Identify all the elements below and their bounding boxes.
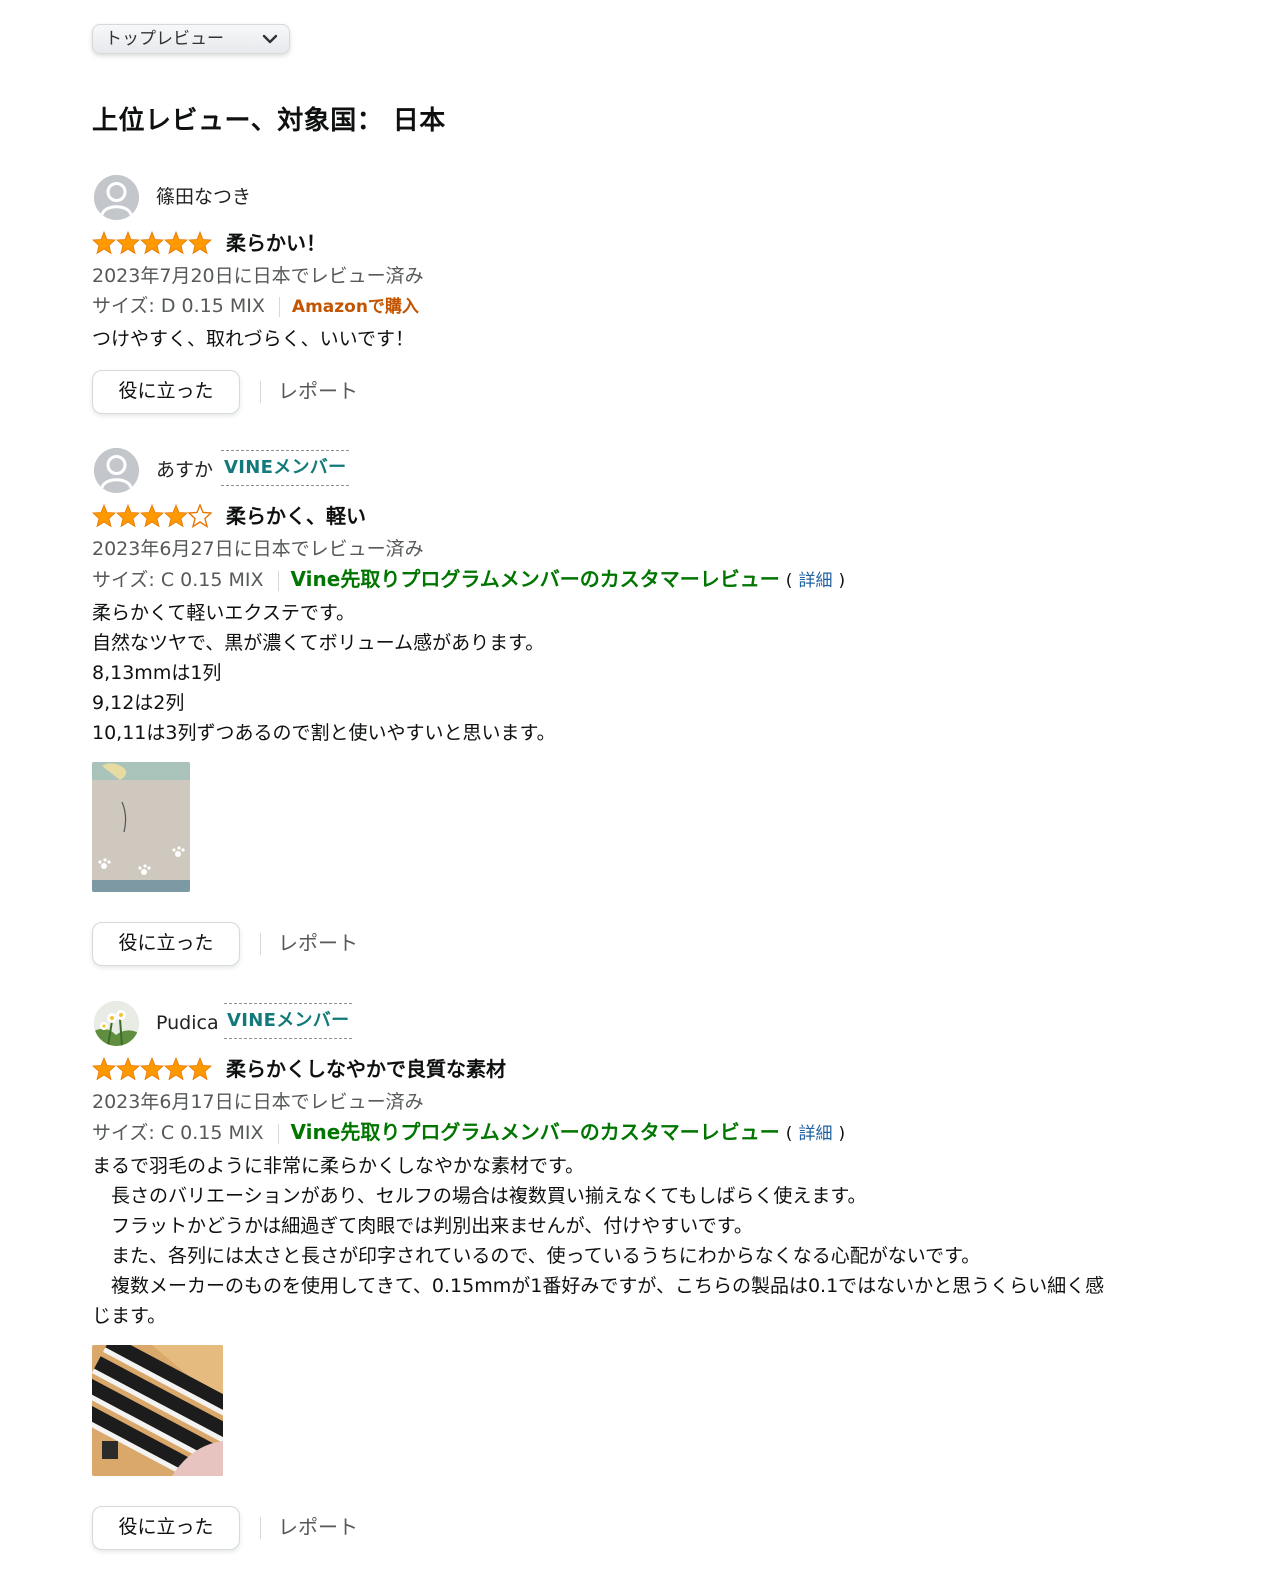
default-avatar-icon bbox=[94, 175, 139, 220]
helpful-button[interactable]: 役に立った bbox=[92, 922, 240, 966]
reviewer-name[interactable]: Pudica bbox=[156, 1009, 219, 1037]
review-item: Pudica VINEメンバー 柔らかくしなやかで良質な素材 2023年6月17… bbox=[92, 1001, 1192, 1554]
default-avatar-icon bbox=[94, 448, 139, 493]
reviewer-name[interactable]: 篠田なつき bbox=[156, 183, 251, 211]
section-title: 上位レビュー、対象国： 日本 bbox=[92, 106, 446, 136]
report-link[interactable]: レポート bbox=[278, 1512, 358, 1542]
size-variant[interactable]: サイズ: C 0.15 MIX bbox=[92, 1122, 264, 1144]
vine-review-note: Vine先取りプログラムメンバーのカスタマーレビュー bbox=[290, 1120, 780, 1144]
paren-open: ( bbox=[785, 571, 793, 591]
review-body: 柔らかくて軽いエクステです。 自然なツヤで、黒が濃くてボリューム感があります。 … bbox=[92, 602, 556, 744]
chevron-down-icon bbox=[262, 34, 278, 44]
sort-dropdown[interactable]: トップレビュー bbox=[92, 24, 290, 54]
review-title[interactable]: 柔らかくしなやかで良質な素材 bbox=[226, 1054, 506, 1084]
divider bbox=[260, 933, 261, 955]
review-title[interactable]: 柔らかい！ bbox=[226, 228, 326, 258]
helpful-button[interactable]: 役に立った bbox=[92, 1506, 240, 1550]
size-variant[interactable]: サイズ: D 0.15 MIX bbox=[92, 295, 265, 317]
divider bbox=[260, 381, 261, 403]
review-item: 篠田なつき 柔らかい！ 2023年7月20日に日本でレビュー済み サイズ: D … bbox=[92, 175, 1192, 418]
review-date: 2023年6月17日に日本でレビュー済み bbox=[92, 1091, 424, 1113]
lash-strips-photo bbox=[92, 1345, 223, 1476]
verified-purchase-badge: Amazonで購入 bbox=[291, 297, 419, 317]
sort-selected-label: トップレビュー bbox=[105, 29, 224, 49]
reviewer-profile[interactable]: 篠田なつき bbox=[92, 175, 1192, 221]
review-title[interactable]: 柔らかく、軽い bbox=[226, 501, 366, 531]
review-item: あすか VINEメンバー 柔らかく、軽い 2023年6月27日に日本でレビュー済… bbox=[92, 448, 1192, 970]
paren-open: ( bbox=[785, 1124, 793, 1144]
report-link[interactable]: レポート bbox=[278, 376, 358, 406]
vine-member-badge[interactable]: VINEメンバー bbox=[224, 1003, 353, 1039]
divider bbox=[277, 570, 279, 591]
reviewer-profile[interactable]: あすか VINEメンバー bbox=[92, 448, 1192, 494]
paren-close: ) bbox=[838, 571, 846, 591]
review-body: つけやすく、取れづらく、いいです！ bbox=[92, 328, 415, 350]
star-rating-4-icon bbox=[92, 504, 212, 528]
paren-close: ) bbox=[838, 1124, 846, 1144]
reviewer-name[interactable]: あすか bbox=[156, 456, 213, 484]
review-meta: サイズ: D 0.15 MIX Amazonで購入 bbox=[92, 291, 1192, 322]
lash-tray-photo bbox=[92, 762, 190, 892]
helpful-button[interactable]: 役に立った bbox=[92, 370, 240, 414]
divider bbox=[277, 1123, 279, 1144]
divider bbox=[278, 296, 280, 317]
report-link[interactable]: レポート bbox=[278, 928, 358, 958]
vine-detail-link[interactable]: 詳細 bbox=[798, 1124, 832, 1144]
review-date: 2023年6月27日に日本でレビュー済み bbox=[92, 538, 424, 560]
vine-member-badge[interactable]: VINEメンバー bbox=[221, 450, 350, 486]
review-meta: サイズ: C 0.15 MIX Vine先取りプログラムメンバーのカスタマーレビュ… bbox=[92, 564, 1192, 596]
review-meta: サイズ: C 0.15 MIX Vine先取りプログラムメンバーのカスタマーレビュ… bbox=[92, 1117, 1192, 1149]
review-date: 2023年7月20日に日本でレビュー済み bbox=[92, 265, 424, 287]
star-rating-5-icon bbox=[92, 231, 212, 255]
vine-review-note: Vine先取りプログラムメンバーのカスタマーレビュー bbox=[290, 567, 780, 591]
vine-detail-link[interactable]: 詳細 bbox=[798, 571, 832, 591]
divider bbox=[260, 1517, 261, 1539]
reviewer-profile[interactable]: Pudica VINEメンバー bbox=[92, 1001, 1192, 1047]
review-body: まるで羽毛のように非常に柔らかくしなやかな素材です。 長さのバリエーションがあり… bbox=[92, 1155, 1105, 1327]
flower-photo-avatar-icon bbox=[94, 1001, 139, 1046]
review-image-thumbnail[interactable] bbox=[92, 1345, 223, 1476]
size-variant[interactable]: サイズ: C 0.15 MIX bbox=[92, 569, 264, 591]
star-rating-5-icon bbox=[92, 1057, 212, 1081]
review-image-thumbnail[interactable] bbox=[92, 762, 190, 892]
